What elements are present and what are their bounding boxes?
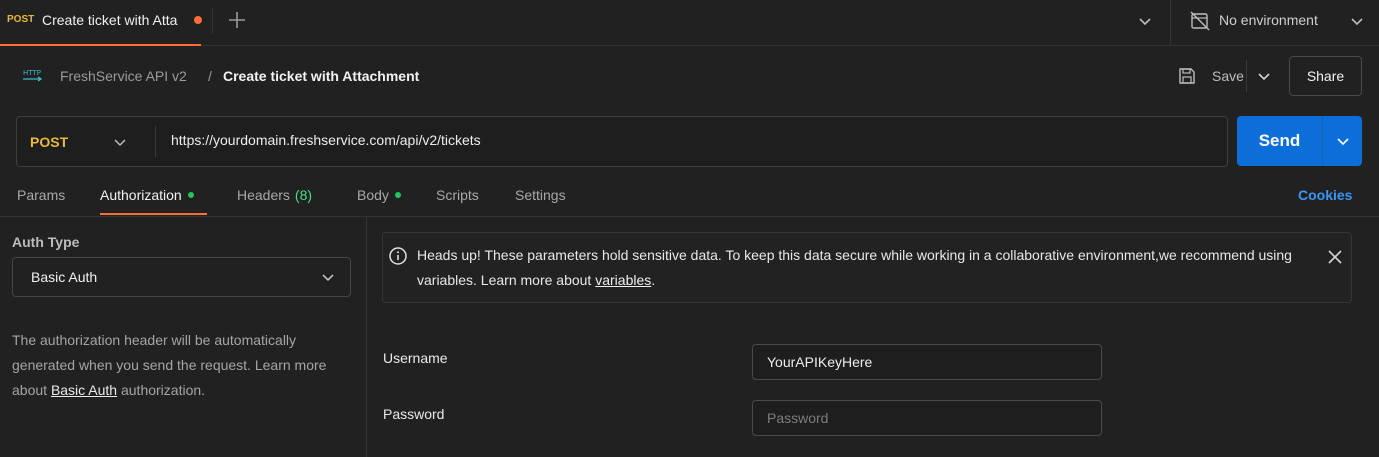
auth-type-value: Basic Auth (31, 269, 98, 285)
tab-authorization[interactable]: Authorization (100, 187, 194, 203)
tab-method-badge: POST (7, 14, 35, 25)
close-icon[interactable] (1326, 248, 1344, 266)
save-label: Save (1212, 68, 1244, 84)
status-dot (187, 192, 194, 198)
method-select[interactable]: POST (17, 117, 155, 166)
active-tab-indicator (100, 213, 207, 215)
chevron-down-icon[interactable] (1136, 12, 1154, 30)
send-button[interactable]: Send (1237, 116, 1322, 166)
method-label: POST (30, 133, 69, 150)
divider (0, 216, 1379, 217)
share-button[interactable]: Share (1289, 56, 1362, 96)
password-field[interactable] (752, 400, 1102, 436)
username-field[interactable] (752, 344, 1102, 380)
password-label: Password (383, 406, 445, 422)
save-icon (1177, 66, 1197, 86)
chevron-down-icon (1336, 138, 1349, 146)
chevron-down-icon[interactable] (1348, 12, 1366, 30)
no-environment-icon (1189, 10, 1211, 32)
divider (212, 8, 213, 34)
http-icon: HTTP (22, 66, 44, 84)
save-button[interactable]: Save (1169, 62, 1245, 90)
unsaved-indicator (194, 16, 202, 24)
chevron-down-icon (320, 269, 336, 285)
chevron-down-icon (112, 134, 128, 150)
tab-headers-label: Headers (237, 187, 290, 203)
tab-params[interactable]: Params (17, 187, 65, 203)
basic-auth-link[interactable]: Basic Auth (51, 382, 117, 398)
variables-link[interactable]: variables (595, 272, 651, 288)
info-icon (388, 246, 408, 266)
tab-bar (0, 0, 1379, 46)
send-options-button[interactable] (1322, 116, 1362, 166)
page-title[interactable]: Create ticket with Attachment (223, 68, 419, 84)
divider (1246, 60, 1247, 92)
tab-body-label: Body (357, 187, 389, 203)
auth-description-tail: authorization. (117, 382, 206, 398)
environment-selector[interactable]: No environment (1219, 12, 1318, 28)
tab-body[interactable]: Body (357, 187, 401, 203)
status-dot (394, 192, 401, 198)
breadcrumb-collection[interactable]: FreshService API v2 (60, 68, 187, 84)
chevron-down-icon (1258, 73, 1270, 81)
tab-scripts[interactable]: Scripts (436, 187, 479, 203)
svg-text:HTTP: HTTP (23, 69, 41, 77)
cookies-link[interactable]: Cookies (1298, 187, 1352, 203)
banner-text: Heads up! These parameters hold sensitiv… (417, 247, 1292, 288)
username-label: Username (383, 350, 448, 366)
auth-description: The authorization header will be automat… (12, 328, 357, 403)
divider (1170, 0, 1171, 46)
headers-count-badge: (8) (294, 187, 313, 203)
tab-settings[interactable]: Settings (515, 187, 566, 203)
auth-type-label: Auth Type (12, 234, 80, 250)
divider (155, 126, 156, 157)
breadcrumb-separator: / (208, 68, 212, 84)
plus-icon[interactable] (226, 9, 248, 31)
save-options-button[interactable] (1252, 64, 1276, 88)
banner-message: Heads up! These parameters hold sensitiv… (417, 243, 1307, 293)
divider (366, 217, 367, 457)
banner-text-tail: . (651, 272, 656, 288)
tab-headers[interactable]: Headers (8) (237, 187, 312, 203)
tab-title[interactable]: Create ticket with Atta (42, 12, 177, 28)
tab-authorization-label: Authorization (100, 187, 182, 203)
auth-type-select[interactable]: Basic Auth (12, 257, 351, 297)
url-input[interactable]: https://yourdomain.freshservice.com/api/… (171, 132, 481, 148)
